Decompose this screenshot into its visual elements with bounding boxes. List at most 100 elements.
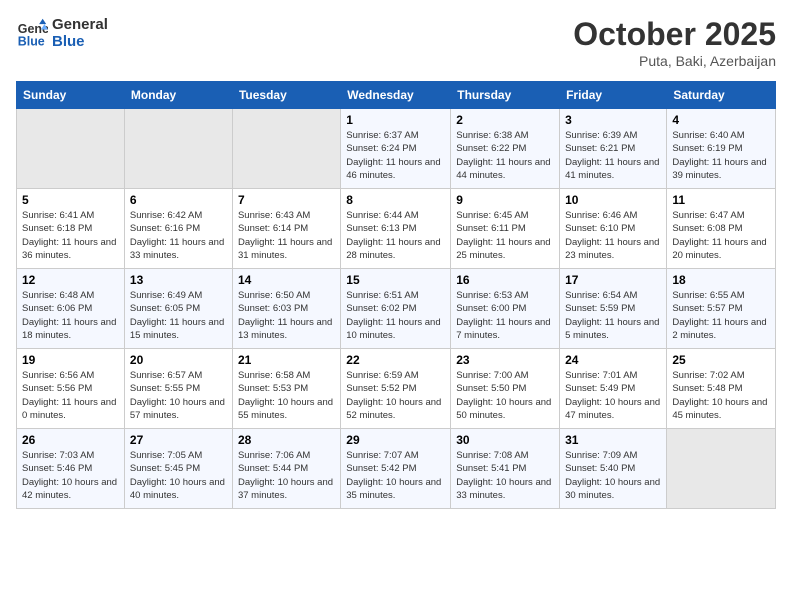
calendar-cell: 11 Sunrise: 6:47 AMSunset: 6:08 PMDayligh…: [667, 189, 776, 269]
day-number: 31: [565, 433, 661, 447]
col-header-wednesday: Wednesday: [341, 82, 451, 109]
day-info: Sunrise: 6:39 AMSunset: 6:21 PMDaylight:…: [565, 129, 661, 182]
location-subtitle: Puta, Baki, Azerbaijan: [573, 53, 776, 69]
calendar-header-row: SundayMondayTuesdayWednesdayThursdayFrid…: [17, 82, 776, 109]
logo-icon: General Blue: [16, 17, 48, 49]
col-header-monday: Monday: [124, 82, 232, 109]
day-info: Sunrise: 6:47 AMSunset: 6:08 PMDaylight:…: [672, 209, 770, 262]
day-info: Sunrise: 7:00 AMSunset: 5:50 PMDaylight:…: [456, 369, 554, 422]
day-info: Sunrise: 6:40 AMSunset: 6:19 PMDaylight:…: [672, 129, 770, 182]
day-number: 6: [130, 193, 227, 207]
calendar-cell: 6 Sunrise: 6:42 AMSunset: 6:16 PMDaylight…: [124, 189, 232, 269]
col-header-thursday: Thursday: [451, 82, 560, 109]
calendar-cell: 14 Sunrise: 6:50 AMSunset: 6:03 PMDayligh…: [232, 269, 340, 349]
calendar-cell: 12 Sunrise: 6:48 AMSunset: 6:06 PMDayligh…: [17, 269, 125, 349]
day-info: Sunrise: 6:41 AMSunset: 6:18 PMDaylight:…: [22, 209, 119, 262]
logo-blue: Blue: [52, 33, 108, 50]
day-info: Sunrise: 7:06 AMSunset: 5:44 PMDaylight:…: [238, 449, 335, 502]
day-info: Sunrise: 6:42 AMSunset: 6:16 PMDaylight:…: [130, 209, 227, 262]
col-header-saturday: Saturday: [667, 82, 776, 109]
calendar-cell: 22 Sunrise: 6:59 AMSunset: 5:52 PMDayligh…: [341, 349, 451, 429]
day-number: 12: [22, 273, 119, 287]
day-number: 5: [22, 193, 119, 207]
logo-general: General: [52, 16, 108, 33]
calendar-week-2: 5 Sunrise: 6:41 AMSunset: 6:18 PMDaylight…: [17, 189, 776, 269]
calendar-week-4: 19Sunrise: 6:56 AMSunset: 5:56 PMDayligh…: [17, 349, 776, 429]
calendar-cell: 30 Sunrise: 7:08 AMSunset: 5:41 PMDayligh…: [451, 429, 560, 509]
day-number: 25: [672, 353, 770, 367]
calendar-cell: 27 Sunrise: 7:05 AMSunset: 5:45 PMDayligh…: [124, 429, 232, 509]
calendar-cell: [667, 429, 776, 509]
col-header-tuesday: Tuesday: [232, 82, 340, 109]
col-header-friday: Friday: [560, 82, 667, 109]
calendar-cell: 16 Sunrise: 6:53 AMSunset: 6:00 PMDayligh…: [451, 269, 560, 349]
day-number: 9: [456, 193, 554, 207]
day-number: 20: [130, 353, 227, 367]
day-number: 24: [565, 353, 661, 367]
day-info: Sunrise: 6:49 AMSunset: 6:05 PMDaylight:…: [130, 289, 227, 342]
day-info: Sunrise: 6:43 AMSunset: 6:14 PMDaylight:…: [238, 209, 335, 262]
day-info: Sunrise: 7:05 AMSunset: 5:45 PMDaylight:…: [130, 449, 227, 502]
calendar-cell: 5 Sunrise: 6:41 AMSunset: 6:18 PMDaylight…: [17, 189, 125, 269]
day-number: 23: [456, 353, 554, 367]
day-number: 3: [565, 113, 661, 127]
calendar-cell: 31 Sunrise: 7:09 AMSunset: 5:40 PMDayligh…: [560, 429, 667, 509]
day-number: 2: [456, 113, 554, 127]
day-number: 15: [346, 273, 445, 287]
day-number: 27: [130, 433, 227, 447]
day-info: Sunrise: 6:58 AMSunset: 5:53 PMDaylight:…: [238, 369, 335, 422]
day-number: 14: [238, 273, 335, 287]
day-info: Sunrise: 6:48 AMSunset: 6:06 PMDaylight:…: [22, 289, 119, 342]
day-number: 10: [565, 193, 661, 207]
calendar-cell: 24Sunrise: 7:01 AMSunset: 5:49 PMDayligh…: [560, 349, 667, 429]
day-number: 1: [346, 113, 445, 127]
calendar-cell: 25 Sunrise: 7:02 AMSunset: 5:48 PMDayligh…: [667, 349, 776, 429]
day-info: Sunrise: 7:08 AMSunset: 5:41 PMDaylight:…: [456, 449, 554, 502]
day-number: 11: [672, 193, 770, 207]
day-info: Sunrise: 7:09 AMSunset: 5:40 PMDaylight:…: [565, 449, 661, 502]
day-number: 21: [238, 353, 335, 367]
day-number: 17: [565, 273, 661, 287]
day-info: Sunrise: 7:03 AMSunset: 5:46 PMDaylight:…: [22, 449, 119, 502]
day-number: 30: [456, 433, 554, 447]
day-info: Sunrise: 6:54 AMSunset: 5:59 PMDaylight:…: [565, 289, 661, 342]
day-info: Sunrise: 6:46 AMSunset: 6:10 PMDaylight:…: [565, 209, 661, 262]
day-number: 16: [456, 273, 554, 287]
calendar-cell: 2 Sunrise: 6:38 AMSunset: 6:22 PMDaylight…: [451, 109, 560, 189]
day-number: 13: [130, 273, 227, 287]
calendar-cell: 4 Sunrise: 6:40 AMSunset: 6:19 PMDaylight…: [667, 109, 776, 189]
calendar-table: SundayMondayTuesdayWednesdayThursdayFrid…: [16, 81, 776, 509]
calendar-cell: 29 Sunrise: 7:07 AMSunset: 5:42 PMDayligh…: [341, 429, 451, 509]
day-number: 7: [238, 193, 335, 207]
day-number: 22: [346, 353, 445, 367]
day-info: Sunrise: 6:50 AMSunset: 6:03 PMDaylight:…: [238, 289, 335, 342]
calendar-cell: 10 Sunrise: 6:46 AMSunset: 6:10 PMDayligh…: [560, 189, 667, 269]
calendar-cell: 8Sunrise: 6:44 AMSunset: 6:13 PMDaylight…: [341, 189, 451, 269]
calendar-cell: 17 Sunrise: 6:54 AMSunset: 5:59 PMDayligh…: [560, 269, 667, 349]
calendar-cell: 28Sunrise: 7:06 AMSunset: 5:44 PMDayligh…: [232, 429, 340, 509]
day-info: Sunrise: 6:38 AMSunset: 6:22 PMDaylight:…: [456, 129, 554, 182]
calendar-cell: 3 Sunrise: 6:39 AMSunset: 6:21 PMDaylight…: [560, 109, 667, 189]
calendar-cell: 9 Sunrise: 6:45 AMSunset: 6:11 PMDaylight…: [451, 189, 560, 269]
day-number: 29: [346, 433, 445, 447]
day-info: Sunrise: 6:45 AMSunset: 6:11 PMDaylight:…: [456, 209, 554, 262]
day-info: Sunrise: 6:53 AMSunset: 6:00 PMDaylight:…: [456, 289, 554, 342]
day-number: 8: [346, 193, 445, 207]
month-title: October 2025: [573, 16, 776, 53]
calendar-cell: 20Sunrise: 6:57 AMSunset: 5:55 PMDayligh…: [124, 349, 232, 429]
day-info: Sunrise: 6:56 AMSunset: 5:56 PMDaylight:…: [22, 369, 119, 422]
day-info: Sunrise: 6:59 AMSunset: 5:52 PMDaylight:…: [346, 369, 445, 422]
calendar-cell: 7 Sunrise: 6:43 AMSunset: 6:14 PMDaylight…: [232, 189, 340, 269]
calendar-week-3: 12 Sunrise: 6:48 AMSunset: 6:06 PMDayligh…: [17, 269, 776, 349]
calendar-cell: 21 Sunrise: 6:58 AMSunset: 5:53 PMDayligh…: [232, 349, 340, 429]
day-info: Sunrise: 7:02 AMSunset: 5:48 PMDaylight:…: [672, 369, 770, 422]
col-header-sunday: Sunday: [17, 82, 125, 109]
day-info: Sunrise: 6:55 AMSunset: 5:57 PMDaylight:…: [672, 289, 770, 342]
page-header: General Blue General Blue October 2025 P…: [16, 16, 776, 69]
day-info: Sunrise: 6:51 AMSunset: 6:02 PMDaylight:…: [346, 289, 445, 342]
day-number: 4: [672, 113, 770, 127]
svg-text:Blue: Blue: [18, 35, 45, 49]
day-info: Sunrise: 7:07 AMSunset: 5:42 PMDaylight:…: [346, 449, 445, 502]
calendar-cell: 15 Sunrise: 6:51 AMSunset: 6:02 PMDayligh…: [341, 269, 451, 349]
day-number: 26: [22, 433, 119, 447]
